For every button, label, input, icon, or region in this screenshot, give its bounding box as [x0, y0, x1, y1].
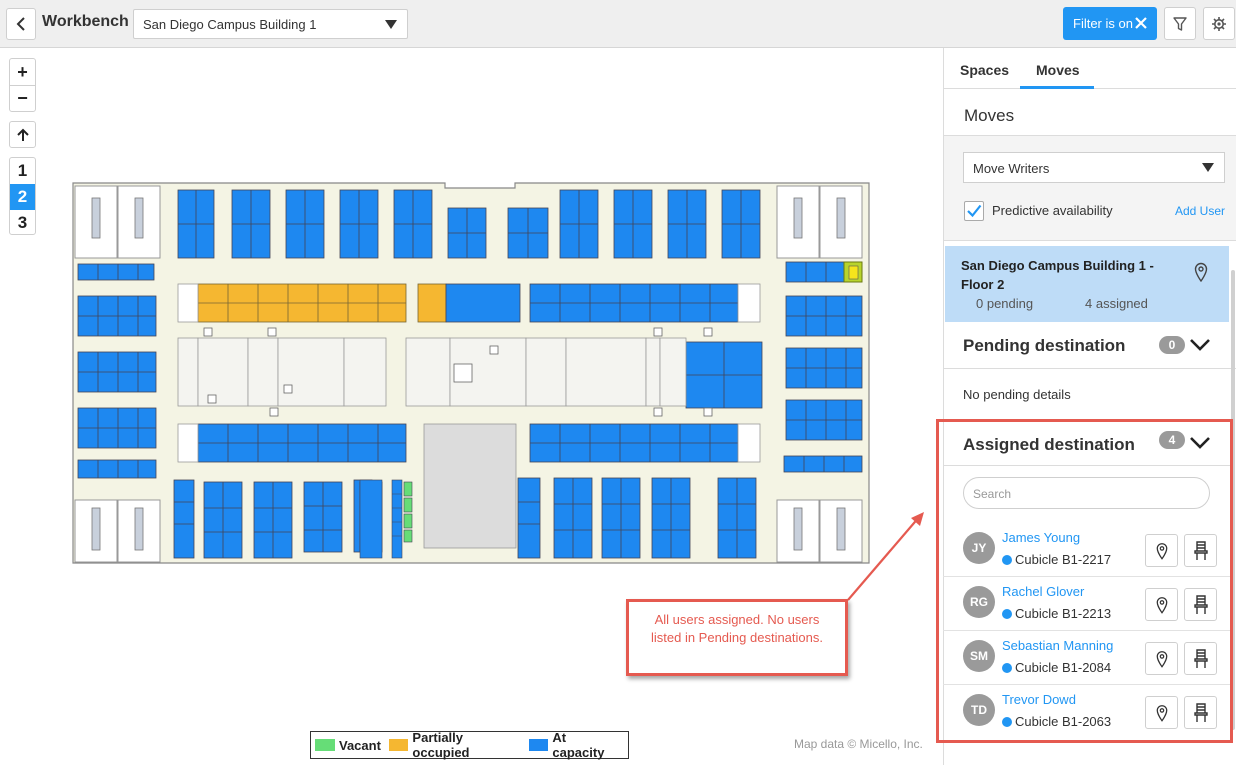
add-user-link[interactable]: Add User: [1175, 204, 1225, 218]
funnel-icon: [1173, 16, 1187, 31]
meeting-rooms: [177, 337, 687, 407]
cubicles-left-column: [77, 263, 157, 479]
chevron-left-icon: [16, 17, 25, 31]
predictive-checkbox[interactable]: [964, 201, 984, 221]
gear-icon: [1212, 16, 1226, 31]
legend-vacant-label: Vacant: [339, 737, 381, 753]
floor-plan-map[interactable]: [72, 182, 872, 566]
writers-select[interactable]: Move Writers: [963, 152, 1225, 183]
legend-capacity-label: At capacity: [552, 730, 605, 760]
tab-spaces[interactable]: Spaces: [960, 62, 1009, 78]
filter-label: Filter is on: [1073, 16, 1133, 31]
caret-down-icon: [1202, 163, 1214, 172]
writers-select-value: Move Writers: [973, 161, 1050, 176]
back-button[interactable]: [6, 8, 36, 40]
legend-partial: Partially occupied: [388, 730, 521, 760]
top-toolbar: Workbench San Diego Campus Building 1 Fi…: [0, 0, 1236, 48]
floor-card-title: San Diego Campus Building 1 - Floor 2: [961, 258, 1154, 292]
panel-tabs: Spaces Moves: [944, 48, 1236, 89]
legend-vacant: Vacant: [315, 738, 381, 753]
tab-moves[interactable]: Moves: [1020, 62, 1094, 89]
settings-button[interactable]: [1203, 7, 1235, 40]
map-credit: Map data © Micello, Inc.: [794, 737, 923, 751]
predictive-label: Predictive availability: [992, 203, 1113, 218]
building-select-value: San Diego Campus Building 1: [143, 17, 317, 32]
zoom-out-button[interactable]: −: [10, 85, 35, 111]
close-icon[interactable]: [1133, 15, 1149, 31]
zoom-in-button[interactable]: +: [10, 59, 35, 85]
annotation-highlight-box: [936, 419, 1233, 743]
pending-destination-title: Pending destination: [963, 336, 1126, 355]
panel-section-title: Moves: [964, 106, 1015, 125]
floor-button-3[interactable]: 3: [10, 210, 35, 234]
legend-capacity: At capacity: [528, 730, 620, 760]
arrow-up-icon: [16, 128, 29, 141]
filter-button[interactable]: [1164, 7, 1196, 40]
floor-selector: 1 2 3: [9, 157, 36, 235]
chevron-down-icon[interactable]: [1189, 338, 1211, 352]
floor-summary-card[interactable]: San Diego Campus Building 1 - Floor 2 0 …: [945, 246, 1229, 322]
reset-north-button[interactable]: [9, 121, 36, 148]
no-pending-text: No pending details: [963, 387, 1071, 402]
partial-swatch: [388, 739, 409, 751]
checkmark-icon: [967, 204, 982, 218]
legend-partial-label: Partially occupied: [412, 730, 470, 760]
filter-toggle-button[interactable]: Filter is on: [1063, 7, 1157, 40]
floor-card-pending: 0 pending: [976, 296, 1034, 311]
caret-down-icon: [385, 20, 397, 29]
floor-card-assigned: 4 assigned: [1085, 296, 1148, 311]
floor-button-2[interactable]: 2: [10, 184, 35, 210]
pending-destination-header[interactable]: Pending destination 0: [944, 322, 1236, 369]
pending-count-badge: 0: [1159, 336, 1185, 354]
annotation-callout: All users assigned. No users listed in P…: [626, 599, 848, 676]
building-core: [423, 423, 517, 549]
building-select[interactable]: San Diego Campus Building 1: [133, 9, 408, 39]
app-title: Workbench: [42, 13, 129, 30]
capacity-swatch: [528, 739, 549, 751]
moves-options-block: [944, 135, 1236, 241]
vacant-desks: [403, 481, 413, 543]
zoom-control: + −: [9, 58, 36, 112]
vacant-swatch: [315, 739, 335, 751]
map-pin-icon[interactable]: [1194, 262, 1208, 282]
annotation-arrow: [847, 512, 924, 601]
map-legend: Vacant Partially occupied At capacity: [310, 730, 629, 760]
floor-button-1[interactable]: 1: [10, 158, 35, 184]
